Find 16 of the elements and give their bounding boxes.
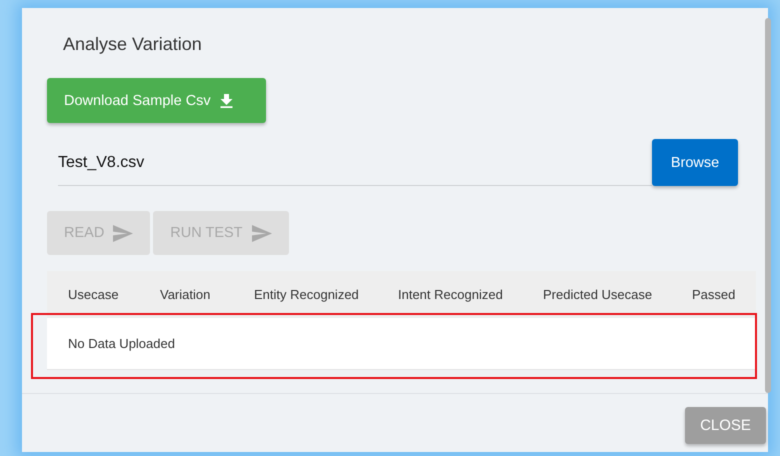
scrollbar[interactable] — [765, 18, 771, 393]
column-header: Entity Recognized — [254, 287, 360, 302]
download-button[interactable]: Download Sample Csv — [47, 78, 266, 123]
send-icon — [113, 224, 134, 242]
column-header: Predicted Usecase — [543, 287, 654, 302]
column-header: Usecase — [68, 287, 120, 302]
file-field[interactable]: Test_V8.csv — [58, 140, 652, 186]
download-icon — [220, 94, 233, 108]
close-button[interactable]: CLOSE — [685, 407, 766, 444]
empty-message: No Data Uploaded — [68, 336, 175, 351]
send-icon — [252, 224, 272, 242]
column-header: Passed — [692, 287, 736, 302]
column-header: Intent Recognized — [398, 287, 504, 302]
dialog-title: Analyse Variation — [63, 33, 203, 56]
column-header: Variation — [160, 287, 212, 302]
browse-button[interactable]: Browse — [652, 139, 738, 186]
